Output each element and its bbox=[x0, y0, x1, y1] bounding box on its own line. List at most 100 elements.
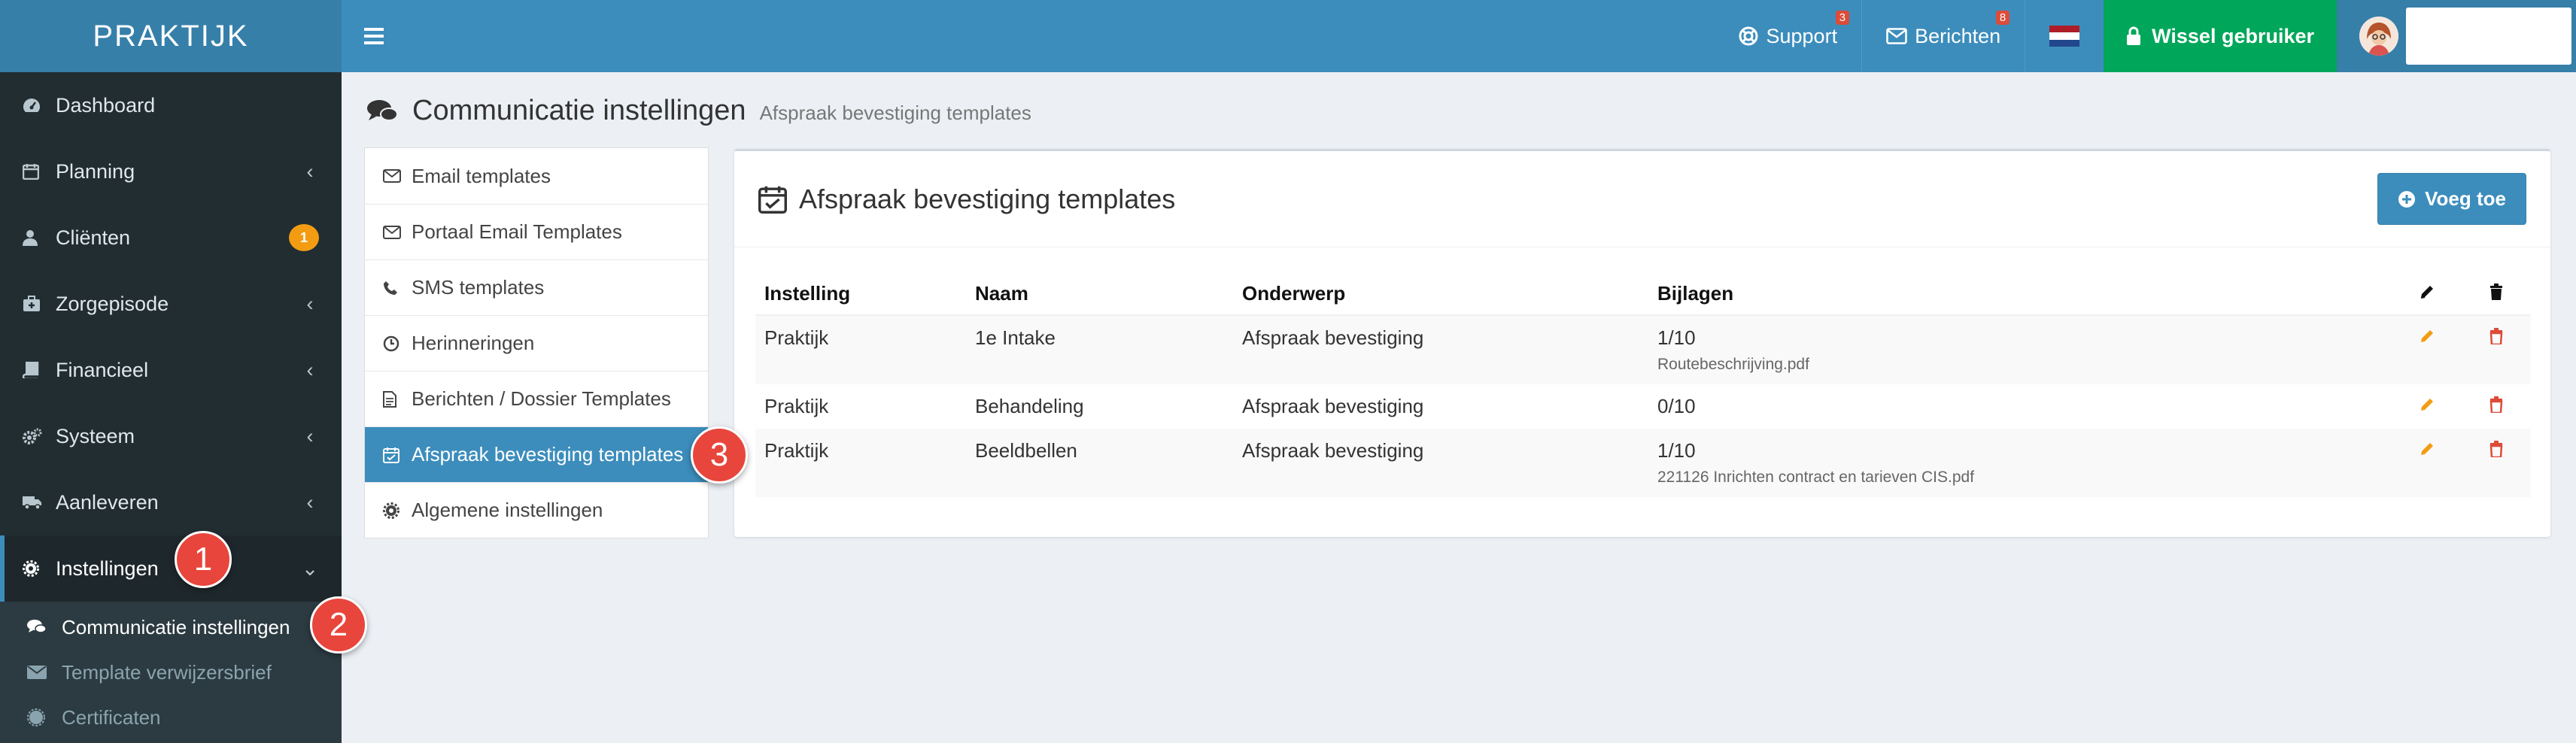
delete-button[interactable] bbox=[2462, 429, 2531, 497]
delete-button[interactable] bbox=[2462, 315, 2531, 384]
tab-herinneringen[interactable]: Herinneringen bbox=[365, 315, 708, 371]
support-menu[interactable]: Support 3 bbox=[1714, 0, 1862, 72]
sidebar-item-financieel[interactable]: Financieel ‹ bbox=[0, 337, 342, 403]
callout-2: 2 bbox=[310, 596, 367, 654]
voeg-toe-button[interactable]: Voeg toe bbox=[2377, 173, 2526, 225]
envelope-icon bbox=[383, 225, 402, 239]
certificate-icon bbox=[27, 708, 62, 726]
tab-sms-templates[interactable]: SMS templates bbox=[365, 259, 708, 315]
book-icon bbox=[23, 362, 56, 378]
tab-label: Algemene instellingen bbox=[412, 499, 603, 521]
attachment-count: 1/10 bbox=[1657, 326, 1696, 349]
attachment-filename[interactable]: 221126 Inrichten contract en tarieven CI… bbox=[1657, 469, 2383, 487]
comments-icon bbox=[367, 99, 399, 124]
table-row[interactable]: Praktijk 1e Intake Afspraak bevestiging … bbox=[755, 315, 2531, 384]
column-header: Instelling bbox=[755, 273, 966, 316]
calendar-check-icon bbox=[383, 447, 402, 463]
sidebar-item-systeem[interactable]: Systeem ‹ bbox=[0, 403, 342, 469]
delete-button[interactable] bbox=[2462, 384, 2531, 429]
truck-icon bbox=[23, 495, 56, 510]
voeg-toe-label: Voeg toe bbox=[2425, 187, 2506, 210]
dashboard-icon bbox=[23, 97, 56, 114]
sidebar-item-dashboard[interactable]: Dashboard bbox=[0, 72, 342, 138]
templates-box: Afspraak bevestiging templates Voeg toe … bbox=[734, 149, 2550, 537]
table-row[interactable]: Praktijk Beeldbellen Afspraak bevestigin… bbox=[755, 429, 2531, 497]
pencil-icon bbox=[2419, 439, 2435, 462]
pencil-icon bbox=[2419, 326, 2435, 349]
submenu-item-communicatie[interactable]: Communicatie instellingen bbox=[0, 605, 342, 650]
sidebar-item-label: Financieel bbox=[56, 358, 149, 381]
trash-icon bbox=[2489, 439, 2504, 462]
pencil-icon bbox=[2419, 282, 2435, 305]
gear-icon bbox=[23, 560, 56, 577]
clock-icon bbox=[383, 335, 402, 352]
sidebar-item-aanleveren[interactable]: Aanleveren ‹ bbox=[0, 469, 342, 535]
page-title: Communicatie instellingen bbox=[412, 95, 746, 126]
tab-label: Berichten / Dossier Templates bbox=[412, 387, 671, 410]
submenu-item-label: Certificaten bbox=[62, 705, 161, 729]
column-header: Naam bbox=[966, 273, 1233, 316]
trash-icon bbox=[2489, 395, 2504, 417]
user-name-field bbox=[2406, 8, 2571, 65]
submenu-item-label: Communicatie instellingen bbox=[62, 615, 290, 638]
submenu-item-template-verwijzersbrief[interactable]: Template verwijzersbrief bbox=[0, 650, 342, 695]
callout-3: 3 bbox=[691, 426, 748, 484]
berichten-badge: 8 bbox=[1995, 11, 2010, 25]
language-selector[interactable] bbox=[2025, 0, 2104, 72]
sidebar: Dashboard Planning ‹ Cliënten 1 Zorgepis… bbox=[0, 72, 342, 743]
medkit-icon bbox=[23, 296, 56, 312]
cell-bijlagen: 0/10 bbox=[1648, 384, 2392, 429]
cell-naam: 1e Intake bbox=[966, 315, 1233, 384]
edit-button[interactable] bbox=[2392, 429, 2462, 497]
submenu-item-certificaten[interactable]: Certificaten bbox=[0, 695, 342, 740]
table-header-row: Instelling Naam Onderwerp Bijlagen bbox=[755, 273, 2531, 316]
cell-onderwerp: Afspraak bevestiging bbox=[1242, 395, 1424, 417]
tab-label: Afspraak bevestiging templates bbox=[412, 443, 684, 466]
cell-bijlagen: 1/10 221126 Inrichten contract en tariev… bbox=[1648, 429, 2392, 497]
attachment-filename[interactable]: Routebeschrijving.pdf bbox=[1657, 356, 2383, 374]
chevron-left-icon: ‹ bbox=[306, 292, 314, 315]
phone-icon bbox=[383, 281, 402, 296]
sidebar-item-planning[interactable]: Planning ‹ bbox=[0, 138, 342, 205]
gear-icon bbox=[383, 502, 402, 519]
edit-button[interactable] bbox=[2392, 384, 2462, 429]
delete-column-header bbox=[2462, 273, 2531, 316]
cell-instelling: Praktijk bbox=[755, 429, 966, 497]
edit-column-header bbox=[2392, 273, 2462, 316]
tab-berichten-dossier-templates[interactable]: Berichten / Dossier Templates bbox=[365, 371, 708, 426]
top-navbar: Support 3 Berichten 8 Wissel gebruiker bbox=[342, 0, 2576, 72]
envelope-icon bbox=[1886, 28, 1907, 44]
submenu-item-label: Template verwijzersbrief bbox=[62, 660, 272, 684]
cogs-icon bbox=[23, 428, 56, 444]
table-row[interactable]: Praktijk Behandeling Afspraak bevestigin… bbox=[755, 384, 2531, 429]
envelope-icon bbox=[383, 169, 402, 183]
support-badge: 3 bbox=[1835, 11, 1850, 25]
cell-onderwerp: Afspraak bevestiging bbox=[1233, 315, 1648, 384]
sidebar-item-clienten[interactable]: Cliënten 1 bbox=[0, 205, 342, 271]
tab-afspraak-bevestiging-templates[interactable]: Afspraak bevestiging templates bbox=[365, 426, 708, 482]
trash-icon bbox=[2489, 282, 2504, 305]
wissel-gebruiker-label: Wissel gebruiker bbox=[2152, 24, 2314, 47]
cell-instelling: Praktijk bbox=[764, 395, 829, 417]
sidebar-toggle-icon[interactable] bbox=[342, 0, 406, 72]
wissel-gebruiker-button[interactable]: Wissel gebruiker bbox=[2104, 0, 2337, 72]
tab-algemene-instellingen[interactable]: Algemene instellingen bbox=[365, 482, 708, 538]
sidebar-item-label: Aanleveren bbox=[56, 490, 159, 514]
sidebar-item-zorgepisode[interactable]: Zorgepisode ‹ bbox=[0, 271, 342, 337]
tab-email-templates[interactable]: Email templates bbox=[365, 148, 708, 204]
attachment-count: 0/10 bbox=[1657, 395, 1696, 417]
berichten-menu[interactable]: Berichten 8 bbox=[1861, 0, 2025, 72]
edit-button[interactable] bbox=[2392, 315, 2462, 384]
tab-portaal-email-templates[interactable]: Portaal Email Templates bbox=[365, 204, 708, 259]
app-logo[interactable]: PRAKTIJK bbox=[0, 0, 342, 72]
content-header: Communicatie instellingen Afspraak beves… bbox=[367, 95, 1031, 127]
file-icon bbox=[383, 390, 402, 408]
sidebar-item-instellingen[interactable]: Instellingen ⌄ bbox=[0, 535, 342, 602]
chevron-left-icon: ‹ bbox=[306, 159, 314, 183]
chevron-down-icon: ⌄ bbox=[301, 556, 319, 580]
plus-circle-icon bbox=[2398, 190, 2416, 208]
sidebar-item-label: Zorgepisode bbox=[56, 292, 169, 315]
tab-label: Herinneringen bbox=[412, 332, 535, 354]
lifebuoy-icon bbox=[1738, 26, 1759, 47]
user-menu[interactable] bbox=[2337, 0, 2576, 72]
